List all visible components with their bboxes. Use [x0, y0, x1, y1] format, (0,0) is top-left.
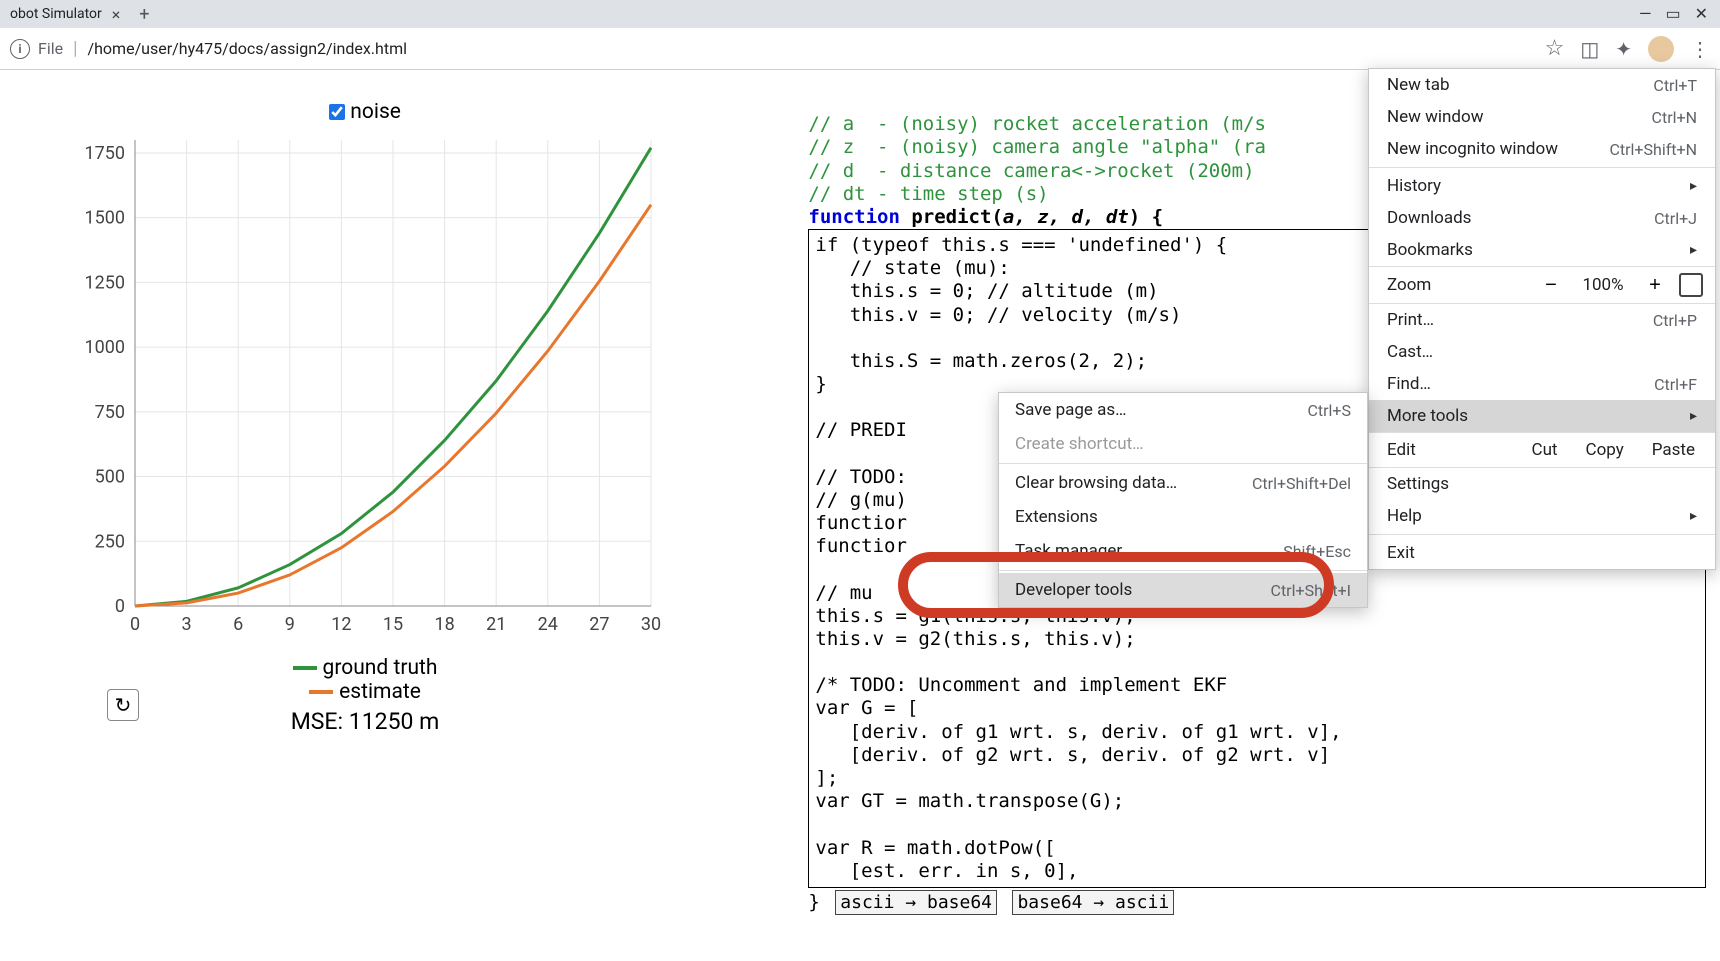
svg-text:0: 0 — [115, 596, 125, 617]
submenu-clear-data[interactable]: Clear browsing data…Ctrl+Shift+Del — [999, 466, 1367, 500]
new-tab-button[interactable]: + — [130, 0, 158, 28]
svg-text:6: 6 — [233, 614, 243, 635]
url-separator: | — [73, 38, 77, 59]
svg-text:9: 9 — [285, 614, 295, 635]
svg-text:0: 0 — [130, 614, 140, 635]
profile-avatar[interactable] — [1648, 36, 1674, 62]
more-tools-submenu: Save page as…Ctrl+S Create shortcut… Cle… — [998, 392, 1368, 608]
kebab-menu-icon[interactable]: ⋮ — [1690, 37, 1710, 61]
legend-label-estimate: estimate — [339, 680, 421, 704]
svg-text:27: 27 — [589, 614, 609, 635]
menu-more-tools[interactable]: More tools▸ — [1369, 400, 1715, 432]
menu-bookmarks[interactable]: Bookmarks▸ — [1369, 234, 1715, 266]
menu-print[interactable]: Print…Ctrl+P — [1369, 304, 1715, 336]
reload-button[interactable]: ↻ — [107, 689, 139, 721]
submenu-developer-tools[interactable]: Developer toolsCtrl+Shift+I — [999, 573, 1367, 607]
noise-toggle: noise — [65, 100, 665, 124]
minimize-icon[interactable]: — — [1639, 4, 1652, 23]
menu-settings[interactable]: Settings — [1369, 468, 1715, 500]
zoom-in-button[interactable]: + — [1639, 271, 1671, 299]
legend-swatch-estimate — [309, 690, 333, 694]
menu-downloads[interactable]: DownloadsCtrl+J — [1369, 202, 1715, 234]
url-scheme: File — [38, 39, 63, 58]
chart-legend: ground truth estimate — [65, 656, 665, 704]
svg-text:3: 3 — [182, 614, 192, 635]
menu-new-tab[interactable]: New tabCtrl+T — [1369, 69, 1715, 101]
svg-text:1000: 1000 — [85, 337, 125, 358]
zoom-out-button[interactable]: − — [1535, 271, 1567, 299]
window-controls: — ▭ ✕ — [1631, 0, 1716, 27]
svg-text:1500: 1500 — [85, 208, 125, 229]
menu-zoom-row: Zoom − 100% + — [1369, 266, 1715, 304]
legend-swatch-ground-truth — [293, 666, 317, 670]
submenu-create-shortcut: Create shortcut… — [999, 427, 1367, 461]
submenu-extensions[interactable]: Extensions — [999, 500, 1367, 534]
menu-find[interactable]: Find…Ctrl+F — [1369, 368, 1715, 400]
browser-tab[interactable]: obot Simulator × — [0, 0, 130, 28]
menu-new-incognito[interactable]: New incognito windowCtrl+Shift+N — [1369, 133, 1715, 165]
close-window-icon[interactable]: ✕ — [1695, 4, 1708, 23]
legend-label-ground-truth: ground truth — [323, 656, 438, 680]
svg-text:24: 24 — [538, 614, 558, 635]
svg-text:250: 250 — [95, 531, 125, 552]
fullscreen-icon[interactable] — [1679, 273, 1703, 297]
chrome-menu: New tabCtrl+T New windowCtrl+N New incog… — [1368, 68, 1716, 570]
mse-readout: MSE: 11250 m — [65, 708, 665, 735]
svg-text:18: 18 — [434, 614, 454, 635]
edit-label: Edit — [1387, 440, 1518, 460]
address-bar: i File | /home/user/hy475/docs/assign2/i… — [0, 28, 1720, 70]
edit-paste[interactable]: Paste — [1638, 436, 1709, 464]
svg-text:15: 15 — [383, 614, 403, 635]
edit-cut[interactable]: Cut — [1518, 436, 1572, 464]
base64-to-ascii-button[interactable]: base64 → ascii — [1012, 890, 1174, 915]
svg-text:21: 21 — [486, 614, 506, 635]
ascii-to-base64-button[interactable]: ascii → base64 — [835, 890, 997, 915]
site-info-icon[interactable]: i — [10, 39, 30, 59]
noise-label: noise — [350, 100, 401, 124]
menu-history[interactable]: History▸ — [1369, 170, 1715, 202]
svg-text:750: 750 — [95, 402, 125, 423]
menu-exit[interactable]: Exit — [1369, 537, 1715, 569]
noise-checkbox[interactable] — [329, 104, 345, 120]
svg-text:12: 12 — [331, 614, 351, 635]
svg-text:500: 500 — [95, 467, 125, 488]
url-path[interactable]: /home/user/hy475/docs/assign2/index.html — [88, 39, 1537, 58]
chart-svg: 0 250 500 750 1000 1250 1500 1750 0 3 6 9 12 15 18 21 24… — [65, 130, 665, 650]
svg-text:30: 30 — [641, 614, 661, 635]
tab-close-icon[interactable]: × — [112, 5, 121, 24]
svg-text:1250: 1250 — [85, 272, 125, 293]
menu-edit-row: Edit Cut Copy Paste — [1369, 432, 1715, 468]
zoom-value: 100% — [1575, 275, 1631, 295]
menu-cast[interactable]: Cast… — [1369, 336, 1715, 368]
submenu-save-page[interactable]: Save page as…Ctrl+S — [999, 393, 1367, 427]
extensions-icon[interactable]: ✦ — [1615, 37, 1632, 61]
maximize-icon[interactable]: ▭ — [1665, 4, 1680, 23]
menu-help[interactable]: Help▸ — [1369, 500, 1715, 532]
left-pane: noise 0 250 500 750 1000 1250 1500 1750 0 3 6 9 12 15… — [0, 70, 808, 936]
svg-text:1750: 1750 — [85, 143, 125, 164]
zoom-label: Zoom — [1387, 275, 1527, 295]
menu-new-window[interactable]: New windowCtrl+N — [1369, 101, 1715, 133]
submenu-task-manager[interactable]: Task managerShift+Esc — [999, 534, 1367, 568]
bookmark-star-icon[interactable]: ☆ — [1545, 36, 1565, 61]
tab-strip: obot Simulator × + — ▭ ✕ — [0, 0, 1720, 28]
edit-copy[interactable]: Copy — [1572, 436, 1638, 464]
reader-icon[interactable]: ◫ — [1580, 37, 1599, 61]
tab-title: obot Simulator — [10, 6, 102, 22]
chart-container: noise 0 250 500 750 1000 1250 1500 1750 0 3 6 9 12 15… — [65, 100, 665, 735]
